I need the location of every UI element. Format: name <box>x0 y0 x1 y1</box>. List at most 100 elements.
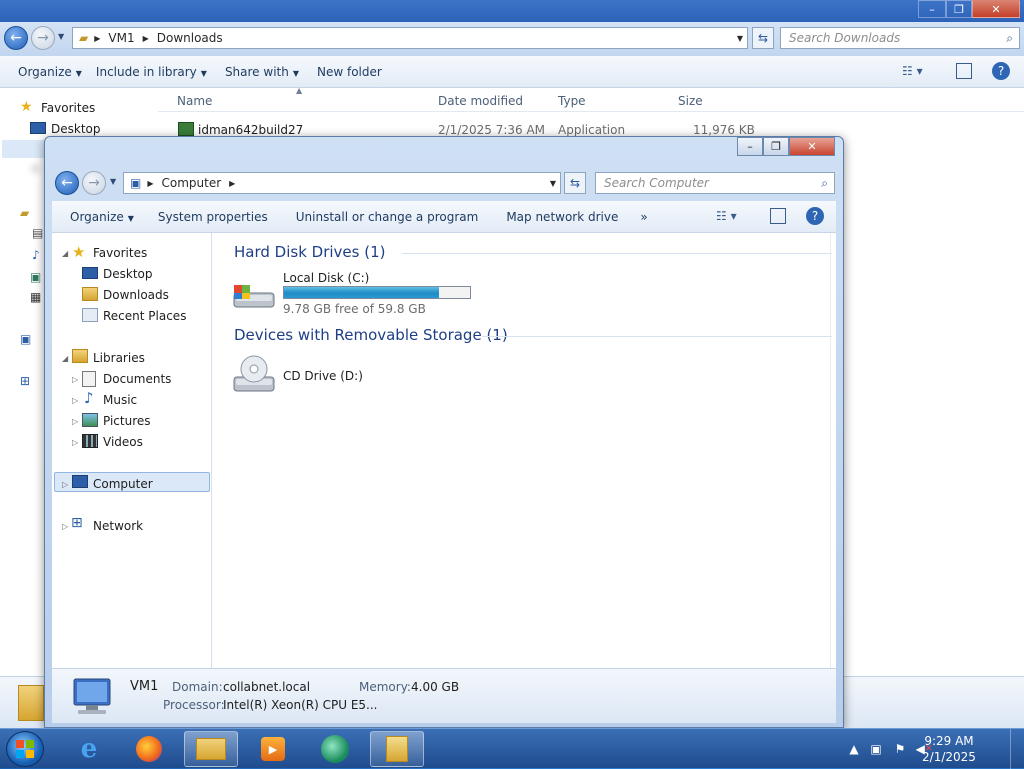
expand-triangle-icon[interactable]: ▷ <box>62 480 68 489</box>
nav-libraries[interactable]: Libraries <box>93 351 145 365</box>
nav-network[interactable]: Network <box>93 519 143 533</box>
refresh-button[interactable]: ⇆ <box>752 27 774 49</box>
address-dropdown-icon[interactable]: ▼ <box>550 179 556 188</box>
column-name[interactable]: Name <box>177 94 212 108</box>
maximize-button[interactable]: ❐ <box>946 0 972 18</box>
search-icon[interactable]: ⌕ <box>1006 31 1013 46</box>
system-properties-button[interactable]: System properties <box>158 210 268 224</box>
scrollbar-track[interactable] <box>830 233 836 668</box>
share-with-menu[interactable]: Share with ▼ <box>225 65 299 79</box>
local-disk-label[interactable]: Local Disk (C:) <box>283 271 369 285</box>
downloads-search-input[interactable]: Search Downloads ⌕ <box>780 27 1020 49</box>
downloads-toolbar: Organize ▼ Include in library ▼ Share with… <box>0 56 1024 88</box>
nav-favorites[interactable]: Favorites <box>93 246 147 260</box>
processor-value: Intel(R) Xeon(R) CPU E5... <box>223 698 378 712</box>
videos-icon <box>82 434 98 448</box>
collapse-triangle-icon[interactable]: ◢ <box>62 249 68 258</box>
refresh-icon: ⇆ <box>757 31 769 45</box>
computer-refresh-button[interactable]: ⇆ <box>564 172 586 194</box>
nav-recent-places[interactable]: Recent Places <box>103 309 186 323</box>
breadcrumb-downloads[interactable]: Downloads <box>157 31 223 45</box>
show-desktop-button[interactable] <box>1010 729 1024 769</box>
downloads-titlebar[interactable]: – ❐ ✕ <box>0 0 1024 22</box>
help-icon[interactable]: ? <box>992 62 1010 80</box>
breadcrumb-vm1[interactable]: VM1 <box>108 31 134 45</box>
close-button[interactable]: ✕ <box>972 0 1020 18</box>
computer-address-bar[interactable]: ▣ ▶ Computer ▶ ▼ <box>123 172 561 194</box>
expand-triangle-icon[interactable]: ▷ <box>62 522 68 531</box>
group-hard-disk-drives[interactable]: Hard Disk Drives (1) <box>234 243 385 261</box>
windows-explorer-button[interactable] <box>184 731 238 767</box>
help-icon[interactable]: ? <box>806 207 824 225</box>
recent-places-icon <box>82 308 98 322</box>
computer-close-button[interactable]: ✕ <box>789 137 835 156</box>
map-network-drive-button[interactable]: Map network drive <box>506 210 618 224</box>
preview-pane-icon[interactable] <box>956 63 972 79</box>
view-options-icon[interactable]: ☷ ▾ <box>902 64 923 78</box>
media-player-button[interactable]: ▶ <box>246 731 300 767</box>
nav-documents[interactable]: Documents <box>103 372 171 386</box>
clock-time: 9:29 AM <box>924 734 974 748</box>
folder-large-icon <box>18 685 44 721</box>
selected-nav-item[interactable] <box>2 140 44 158</box>
internet-explorer-icon: e <box>80 734 98 764</box>
column-date-modified[interactable]: Date modified <box>438 94 523 108</box>
breadcrumb-separator-icon: ▶ <box>142 33 149 43</box>
address-dropdown-icon[interactable]: ▼ <box>737 34 743 43</box>
computer-back-button[interactable]: ← <box>55 171 79 195</box>
uninstall-program-button[interactable]: Uninstall or change a program <box>296 210 479 224</box>
documents-icon: ▤ <box>32 226 44 240</box>
organize-menu[interactable]: Organize ▼ <box>18 65 82 79</box>
local-disk-icon <box>230 281 278 313</box>
firefox-button[interactable] <box>122 731 176 767</box>
search-icon[interactable]: ⌕ <box>821 176 828 191</box>
expand-triangle-icon[interactable]: ▷ <box>72 438 78 447</box>
recent-pages-icon[interactable]: ▼ <box>58 32 64 41</box>
preview-pane-icon[interactable] <box>770 208 786 224</box>
minimize-button[interactable]: – <box>918 0 946 18</box>
view-options-icon[interactable]: ☷ ▾ <box>716 209 737 223</box>
domain-label: Domain: <box>172 680 223 694</box>
include-in-library-menu[interactable]: Include in library ▼ <box>96 65 207 79</box>
nav-downloads[interactable]: Downloads <box>103 288 169 302</box>
nav-music[interactable]: Music <box>103 393 137 407</box>
breadcrumb-separator-icon: ▶ <box>94 33 101 43</box>
clock[interactable]: 9:29 AM 2/1/2025 <box>916 733 982 765</box>
computer-maximize-button[interactable]: ❐ <box>763 137 789 156</box>
new-folder-button[interactable]: New folder <box>317 65 382 79</box>
expand-triangle-icon[interactable]: ▷ <box>72 375 78 384</box>
downloads-address-bar[interactable]: ▰ ▶ VM1 ▶ Downloads ▼ <box>72 27 748 49</box>
back-button[interactable]: ← <box>4 26 28 50</box>
internet-explorer-button[interactable]: e <box>62 731 116 767</box>
nav-favorites[interactable]: Favorites <box>41 101 95 115</box>
column-size[interactable]: Size <box>678 94 703 108</box>
nav-pictures[interactable]: Pictures <box>103 414 151 428</box>
more-commands-button[interactable]: » <box>640 210 647 224</box>
collapse-triangle-icon[interactable]: ◢ <box>62 354 68 363</box>
nav-videos[interactable]: Videos <box>103 435 143 449</box>
start-button[interactable] <box>6 731 44 767</box>
computer-minimize-button[interactable]: – <box>737 137 763 156</box>
expand-triangle-icon[interactable]: ▷ <box>72 417 78 426</box>
refresh-icon: ⇆ <box>569 176 581 190</box>
nav-computer[interactable]: Computer <box>93 477 153 491</box>
nav-desktop[interactable]: Desktop <box>103 267 153 281</box>
network-tray-icon[interactable]: ▣ <box>868 741 884 757</box>
breadcrumb-computer[interactable]: Computer <box>162 176 222 190</box>
computer-organize-menu[interactable]: Organize ▼ <box>70 210 134 224</box>
file-name[interactable]: idman642build27 <box>198 123 303 137</box>
computer-forward-button[interactable]: → <box>82 171 106 195</box>
computer-search-input[interactable]: Search Computer ⌕ <box>595 172 835 194</box>
show-hidden-icons-button[interactable]: ▲ <box>846 741 862 757</box>
group-removable-storage[interactable]: Devices with Removable Storage (1) <box>234 326 508 344</box>
expand-triangle-icon[interactable]: ▷ <box>72 396 78 405</box>
group-divider <box>402 253 832 254</box>
cd-drive-label[interactable]: CD Drive (D:) <box>283 369 363 383</box>
nav-desktop[interactable]: Desktop <box>51 122 101 136</box>
action-center-icon[interactable]: ⚑ <box>892 741 908 757</box>
app-button[interactable] <box>308 731 362 767</box>
column-type[interactable]: Type <box>558 94 586 108</box>
forward-button[interactable]: → <box>31 26 55 50</box>
recent-pages-icon[interactable]: ▼ <box>110 177 116 186</box>
pinned-folder-button[interactable] <box>370 731 424 767</box>
